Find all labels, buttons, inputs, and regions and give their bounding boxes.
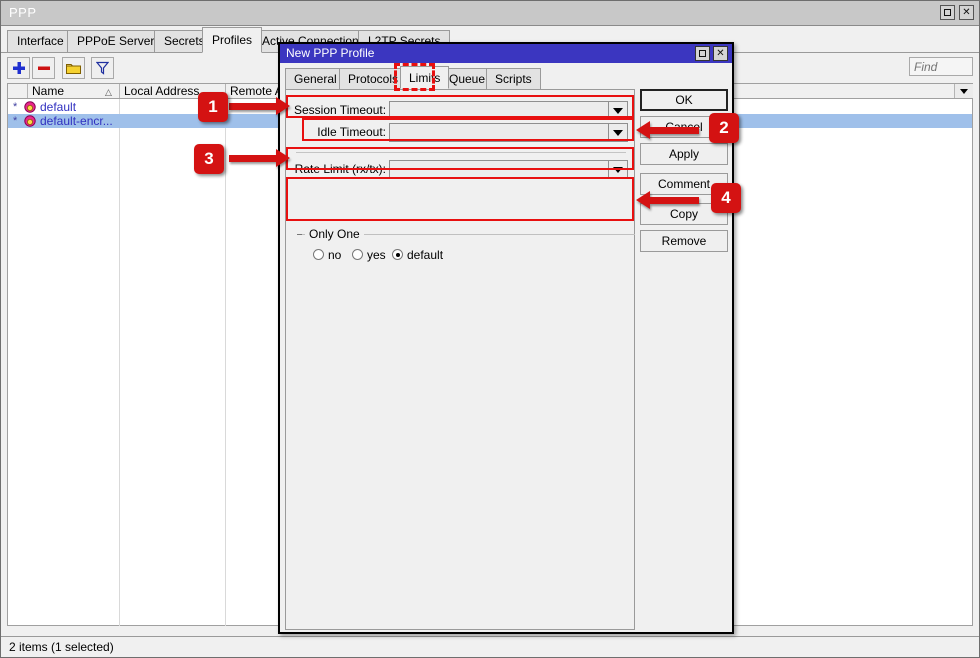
remove-button[interactable]: Remove [640, 230, 728, 252]
ppp-window: PPP ✕ Interface PPPoE Servers Secrets Pr… [0, 0, 980, 658]
radio-dot [313, 249, 324, 260]
field-idle-timeout: Idle Timeout: [310, 123, 628, 142]
minus-icon [37, 61, 51, 75]
sort-ascending-icon: △ [105, 87, 112, 98]
profile-icon [24, 101, 36, 113]
annotation-arrow-4 [649, 197, 699, 204]
close-icon[interactable]: ✕ [959, 5, 974, 20]
plus-icon [12, 61, 26, 75]
tab-scripts[interactable]: Scripts [486, 68, 541, 89]
tab-profiles[interactable]: Profiles [202, 27, 262, 53]
profile-icon [24, 115, 36, 127]
rate-limit-label: Rate Limit (rx/tx): [294, 160, 386, 179]
row-name: default-encr... [40, 114, 113, 128]
search-input[interactable] [909, 57, 973, 76]
maximize-glyph [944, 9, 951, 16]
maximize-icon[interactable] [940, 5, 955, 20]
tab-protocols[interactable]: Protocols [339, 68, 407, 89]
section-divider [296, 152, 626, 153]
column-flag [8, 84, 28, 98]
ok-button[interactable]: OK [640, 89, 728, 111]
annotation-marker-1: 1 [198, 92, 228, 122]
column-divider [225, 99, 226, 626]
chevron-down-icon [613, 167, 623, 173]
radio-label: default [407, 248, 443, 262]
filter-button[interactable] [91, 57, 114, 79]
session-timeout-label: Session Timeout: [294, 101, 386, 120]
status-text: 2 items (1 selected) [9, 640, 114, 654]
chevron-down-icon [613, 130, 623, 136]
field-rate-limit: Rate Limit (rx/tx): [294, 160, 628, 179]
annotation-marker-2: 2 [709, 113, 739, 143]
apply-button[interactable]: Apply [640, 143, 728, 165]
remove-button[interactable] [32, 57, 55, 79]
window-titlebar: PPP ✕ [1, 1, 979, 26]
radio-dot [352, 249, 363, 260]
annotation-marker-3: 3 [194, 144, 224, 174]
only-one-group: Only One no yes default [297, 226, 635, 264]
group-border-stub [297, 234, 302, 235]
rate-limit-input[interactable] [389, 160, 608, 179]
session-timeout-dropdown[interactable] [608, 101, 628, 120]
filter-icon [96, 61, 109, 75]
add-button[interactable] [7, 57, 30, 79]
radio-dot-selected [392, 249, 403, 260]
window-title: PPP [9, 5, 37, 20]
only-one-legend: Only One [305, 227, 364, 241]
row-name: default [40, 100, 76, 114]
dialog-maximize-icon[interactable] [695, 46, 710, 61]
tab-interface[interactable]: Interface [7, 30, 74, 52]
session-timeout-input[interactable] [389, 101, 608, 120]
row-flag: * [13, 114, 17, 128]
idle-timeout-dropdown[interactable] [608, 123, 628, 142]
limits-panel: Session Timeout: Idle Timeout: Rate Limi… [285, 89, 635, 630]
rate-limit-dropdown[interactable] [608, 160, 628, 179]
field-session-timeout: Session Timeout: [294, 101, 628, 120]
dialog-close-icon[interactable]: ✕ [713, 46, 728, 61]
chevron-down-icon [613, 108, 623, 114]
idle-timeout-label: Idle Timeout: [310, 123, 386, 142]
chevron-down-icon [960, 89, 968, 94]
status-bar: 2 items (1 selected) [1, 636, 979, 657]
maximize-glyph [699, 50, 706, 57]
tab-limits[interactable]: Limits [400, 66, 449, 89]
annotation-arrow-3 [229, 155, 277, 162]
idle-timeout-input[interactable] [389, 123, 608, 142]
column-divider [119, 99, 120, 626]
radio-label: no [328, 248, 341, 262]
annotation-arrow-1 [229, 103, 277, 110]
enable-button[interactable] [62, 57, 85, 79]
annotation-marker-4: 4 [711, 183, 741, 213]
folder-icon [66, 62, 81, 75]
annotation-arrow-2 [649, 127, 699, 134]
row-flag: * [13, 100, 17, 114]
radio-label: yes [367, 248, 386, 262]
dialog-titlebar: New PPP Profile ✕ [280, 44, 732, 63]
dialog-tabstrip: General Protocols Limits Queue Scripts [285, 66, 731, 90]
dialog-title: New PPP Profile [286, 46, 374, 60]
tab-general[interactable]: General [285, 68, 346, 89]
column-options-dropdown[interactable] [954, 84, 973, 98]
